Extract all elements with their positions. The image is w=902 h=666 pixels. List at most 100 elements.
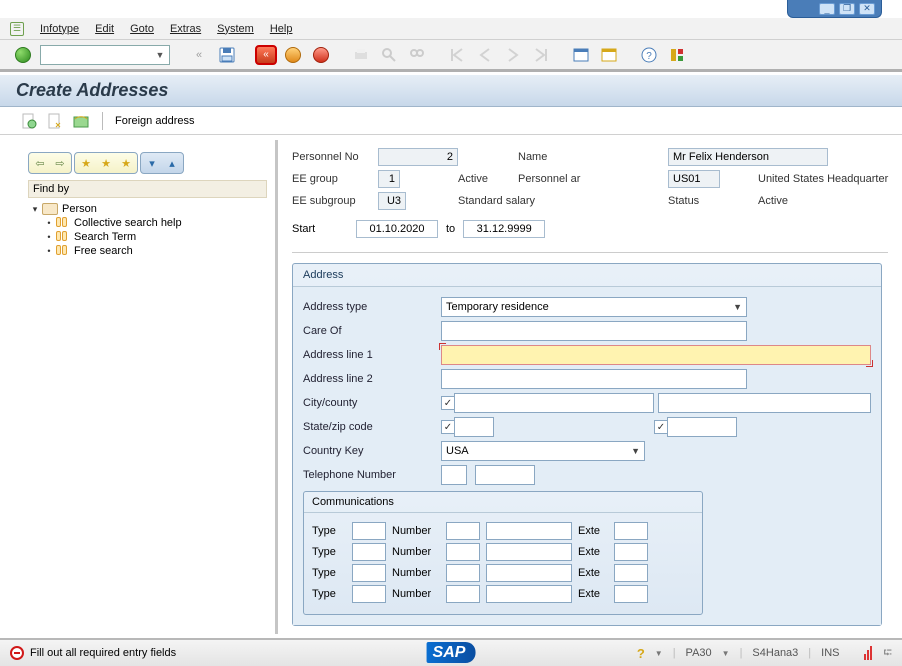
save-button[interactable]	[216, 45, 238, 65]
menu-help[interactable]: Help	[270, 23, 293, 35]
tree-node-person[interactable]: ▾ Person	[32, 202, 267, 216]
shortcut-icon	[601, 47, 617, 63]
menu-infotype[interactable]: Infotype	[40, 23, 79, 35]
menu-extras[interactable]: Extras	[170, 23, 201, 35]
menu-edit[interactable]: Edit	[95, 23, 114, 35]
fav-add-button[interactable]: ★	[77, 155, 95, 171]
find-next-button[interactable]	[406, 45, 428, 65]
error-icon	[10, 646, 24, 660]
state-checkbox[interactable]: ✓	[441, 420, 455, 434]
window-close-button[interactable]: ✕	[859, 3, 875, 15]
comm-ext-label: Exte	[578, 546, 608, 558]
cancel-button[interactable]	[310, 45, 332, 65]
collapse-all-button[interactable]: ▴	[163, 155, 181, 171]
menu-system[interactable]: System	[217, 23, 254, 35]
window-controls: _ ❐ ✕	[787, 0, 882, 18]
prev-page-button[interactable]	[474, 45, 496, 65]
menu-command-icon[interactable]: ☰	[10, 22, 24, 36]
back-button[interactable]: «	[256, 46, 276, 64]
create-shortcut-button[interactable]	[598, 45, 620, 65]
window-maximize-button[interactable]: ❐	[839, 3, 855, 15]
separator	[292, 252, 888, 253]
comm-number-a-input[interactable]	[446, 543, 480, 561]
tcode-dropdown-icon[interactable]: ▼	[722, 649, 730, 658]
print-button[interactable]	[350, 45, 372, 65]
back-first-button[interactable]: «	[188, 45, 210, 65]
country-key-select[interactable]: USA ▼	[441, 441, 645, 461]
tree-node-free-search[interactable]: • Free search	[32, 244, 267, 258]
start-date-input[interactable]	[356, 220, 438, 238]
sap-logo: SAP	[427, 642, 476, 663]
app-btn-3[interactable]	[72, 112, 90, 130]
command-field[interactable]: ▼	[40, 45, 170, 65]
binoculars-icon	[56, 231, 70, 243]
end-date-input[interactable]	[463, 220, 545, 238]
address-line1-input[interactable]	[441, 345, 871, 365]
tree-node-collective-search[interactable]: • Collective search help	[32, 216, 267, 230]
expand-all-button[interactable]: ▾	[143, 155, 161, 171]
comm-number-a-input[interactable]	[446, 522, 480, 540]
comm-ext-input[interactable]	[614, 585, 648, 603]
city-input[interactable]	[454, 393, 654, 413]
layout-menu-button[interactable]	[666, 45, 688, 65]
chevron-down-icon: ▼	[631, 446, 640, 456]
comm-ext-input[interactable]	[614, 543, 648, 561]
content-area: ⇦ ⇨ ★ ★ ★ ▾ ▴ Find by ▾ Person	[0, 140, 902, 634]
comm-type-input[interactable]	[352, 522, 386, 540]
zip-input[interactable]	[667, 417, 737, 437]
window-minimize-button[interactable]: _	[819, 3, 835, 15]
telephone-number-input[interactable]	[475, 465, 535, 485]
city-checkbox[interactable]: ✓	[441, 396, 455, 410]
enter-button[interactable]	[12, 45, 34, 65]
comm-type-input[interactable]	[352, 564, 386, 582]
fav-button[interactable]: ★	[97, 155, 115, 171]
first-page-button[interactable]	[446, 45, 468, 65]
telephone-area-input[interactable]	[441, 465, 467, 485]
comm-row: TypeNumberExte	[312, 522, 694, 540]
zip-checkbox[interactable]: ✓	[654, 420, 668, 434]
status-help-icon[interactable]: ?	[637, 646, 645, 661]
fav-remove-button[interactable]: ★	[117, 155, 135, 171]
county-input[interactable]	[658, 393, 871, 413]
exit-button[interactable]	[282, 45, 304, 65]
app-btn-1[interactable]	[20, 112, 38, 130]
next-page-button[interactable]	[502, 45, 524, 65]
city-county-label: City/county	[303, 397, 433, 409]
comm-ext-label: Exte	[578, 567, 608, 579]
comm-type-label: Type	[312, 567, 346, 579]
app-btn-2[interactable]	[46, 112, 64, 130]
comm-number-a-input[interactable]	[446, 564, 480, 582]
address-type-select[interactable]: Temporary residence ▼	[441, 297, 747, 317]
page-last-icon	[533, 47, 549, 63]
address-panel-title: Address	[293, 264, 881, 287]
nav-back-button[interactable]: ⇦	[31, 155, 49, 171]
comm-ext-label: Exte	[578, 588, 608, 600]
last-page-button[interactable]	[530, 45, 552, 65]
comm-ext-input[interactable]	[614, 564, 648, 582]
comm-number-b-input[interactable]	[486, 564, 572, 582]
comm-type-input[interactable]	[352, 543, 386, 561]
state-input[interactable]	[454, 417, 494, 437]
comm-number-b-input[interactable]	[486, 585, 572, 603]
address-line2-input[interactable]	[441, 369, 747, 389]
ee-subgroup-label: EE subgroup	[292, 195, 378, 207]
cancel-icon	[313, 47, 329, 63]
status-dropdown-icon[interactable]: ▼	[655, 649, 663, 658]
help-button[interactable]: ?	[638, 45, 660, 65]
comm-type-input[interactable]	[352, 585, 386, 603]
comm-number-a-input[interactable]	[446, 585, 480, 603]
comm-ext-input[interactable]	[614, 522, 648, 540]
comm-number-b-input[interactable]	[486, 543, 572, 561]
find-button[interactable]	[378, 45, 400, 65]
careof-input[interactable]	[441, 321, 747, 341]
menu-goto[interactable]: Goto	[130, 23, 154, 35]
status-end-icon[interactable]: ⮓	[884, 644, 893, 663]
ee-group-text: Active	[458, 173, 518, 185]
svg-text:?: ?	[646, 51, 652, 62]
favorites-group: ★ ★ ★	[74, 152, 138, 174]
new-session-button[interactable]	[570, 45, 592, 65]
tree-node-search-term[interactable]: • Search Term	[32, 230, 267, 244]
foreign-address-button[interactable]: Foreign address	[115, 115, 195, 127]
comm-number-b-input[interactable]	[486, 522, 572, 540]
nav-forward-button[interactable]: ⇨	[51, 155, 69, 171]
